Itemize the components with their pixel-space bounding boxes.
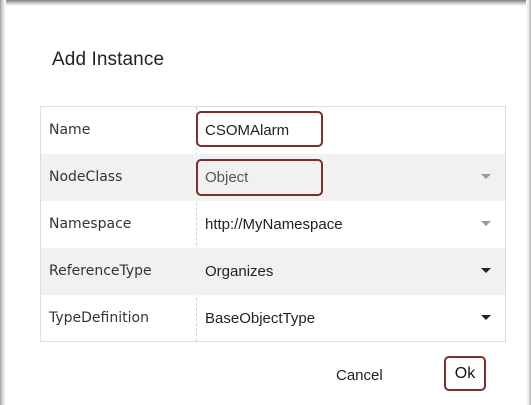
ok-button[interactable]: Ok: [444, 356, 486, 391]
form-row-referencetype: ReferenceType Organizes: [41, 248, 505, 295]
cancel-button[interactable]: Cancel: [325, 361, 394, 391]
name-highlight-box: [196, 111, 323, 147]
form-row-namespace: Namespace http://MyNamespace: [41, 201, 505, 248]
chevron-down-icon: [481, 221, 491, 226]
dialog-top-shadow: [0, 0, 531, 6]
nodeclass-highlight-box: [196, 159, 323, 196]
form-row-typedefinition: TypeDefinition BaseObjectType: [41, 295, 505, 342]
add-instance-dialog: Add Instance Name CSOMAlarm NodeClass Ob…: [0, 0, 531, 405]
dialog-title: Add Instance: [52, 49, 165, 70]
name-label: Name: [49, 122, 91, 138]
referencetype-label: ReferenceType: [49, 263, 152, 279]
chevron-down-icon[interactable]: [481, 315, 491, 320]
referencetype-select[interactable]: Organizes: [205, 248, 273, 295]
namespace-select[interactable]: http://MyNamespace: [205, 201, 343, 248]
chevron-down-icon: [481, 174, 491, 179]
namespace-label: Namespace: [49, 216, 132, 232]
typedefinition-select[interactable]: BaseObjectType: [205, 295, 315, 342]
dialog-left-shadow: [0, 0, 6, 405]
chevron-down-icon[interactable]: [481, 268, 491, 273]
typedefinition-label: TypeDefinition: [49, 310, 149, 326]
nodeclass-label: NodeClass: [49, 169, 123, 185]
dialog-right-shadow: [526, 0, 531, 405]
